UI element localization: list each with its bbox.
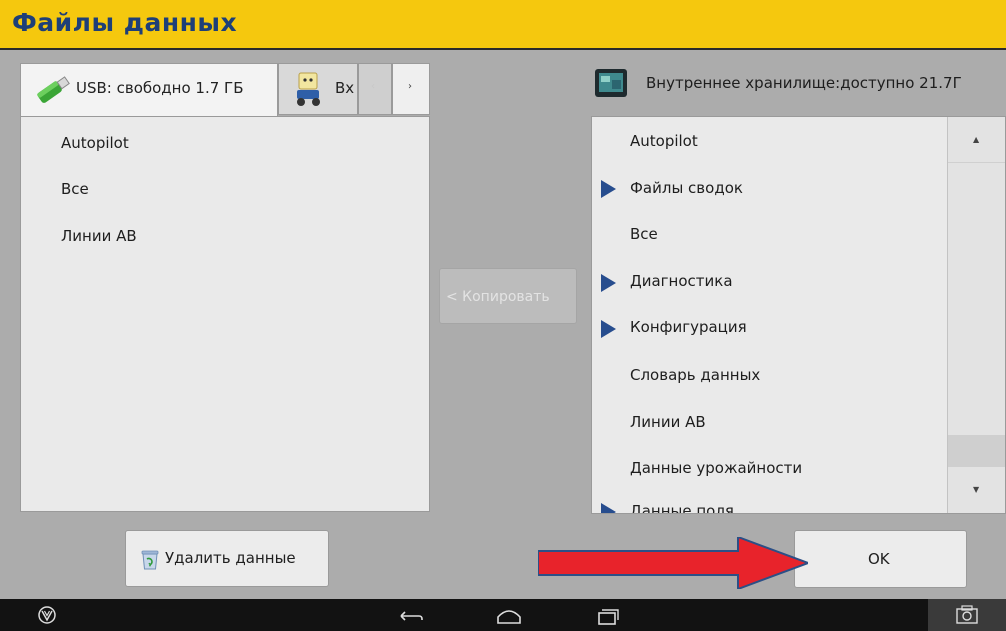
recent-apps-icon[interactable]: [594, 599, 620, 631]
delete-data-label: Удалить данные: [165, 549, 296, 567]
display-storage-icon: [595, 69, 627, 97]
destination-file-list[interactable]: Autopilot Файлы сводок Все Диагностика К…: [591, 116, 1006, 514]
expand-arrow-icon[interactable]: [601, 320, 616, 338]
list-item[interactable]: Словарь данных: [630, 366, 760, 384]
list-item[interactable]: Конфигурация: [630, 318, 747, 336]
vehicle-icon: [297, 72, 320, 106]
scrollbar[interactable]: ▲ ▼: [947, 117, 1005, 513]
brand-logo-icon: [38, 606, 56, 624]
screenshot-icon: [956, 605, 978, 624]
list-item[interactable]: Файлы сводок: [630, 179, 743, 197]
storage-label: Внутреннее хранилище:доступно 21.7Г: [646, 74, 962, 92]
screenshot-button[interactable]: [928, 599, 1006, 631]
list-item[interactable]: Линии АВ: [630, 413, 706, 431]
list-item[interactable]: Autopilot: [630, 132, 698, 150]
scroll-down-button[interactable]: ▼: [948, 467, 1005, 513]
ok-button-label: OK: [868, 550, 890, 568]
list-item[interactable]: Линии АВ: [61, 227, 137, 245]
usb-drive-icon: [37, 76, 70, 103]
scroll-thumb[interactable]: [948, 435, 1005, 467]
list-item[interactable]: Данные поля: [630, 502, 734, 513]
tab-usb[interactable]: USB: свободно 1.7 ГБ: [20, 63, 278, 117]
list-item[interactable]: Диагностика: [630, 272, 733, 290]
system-nav-bar: [0, 599, 1006, 631]
expand-arrow-icon[interactable]: [601, 503, 616, 513]
chevron-right-icon: ›: [408, 81, 412, 92]
ok-button[interactable]: OK: [794, 530, 967, 588]
back-icon[interactable]: [397, 599, 425, 631]
title-bar: Файлы данных: [0, 0, 1006, 50]
tab-next-button[interactable]: ›: [392, 63, 430, 115]
list-item[interactable]: Все: [61, 180, 89, 198]
recycle-bin-icon: [141, 550, 159, 570]
delete-data-button[interactable]: Удалить данные: [125, 530, 329, 587]
tab-second-source[interactable]: Вх: [278, 63, 358, 115]
copy-button-label: < Копировать: [446, 289, 550, 305]
tab-prev-button[interactable]: ‹: [358, 63, 392, 115]
chevron-down-icon: ▼: [973, 485, 980, 494]
list-item[interactable]: Данные урожайности: [630, 459, 802, 477]
list-item[interactable]: Autopilot: [61, 134, 129, 152]
home-icon[interactable]: [494, 599, 524, 631]
red-arrow-annotation: [538, 537, 808, 589]
list-item[interactable]: Все: [630, 225, 658, 243]
page-title: Файлы данных: [12, 8, 238, 37]
tab-usb-label: USB: свободно 1.7 ГБ: [76, 79, 244, 97]
source-file-list[interactable]: Autopilot Все Линии АВ: [20, 116, 430, 512]
tab-second-source-label: Вх: [335, 79, 355, 97]
expand-arrow-icon[interactable]: [601, 180, 616, 198]
copy-button[interactable]: < Копировать: [439, 268, 577, 324]
chevron-up-icon: ▲: [973, 135, 980, 144]
scroll-up-button[interactable]: ▲: [948, 117, 1005, 163]
chevron-left-icon: ‹: [371, 81, 375, 92]
expand-arrow-icon[interactable]: [601, 274, 616, 292]
